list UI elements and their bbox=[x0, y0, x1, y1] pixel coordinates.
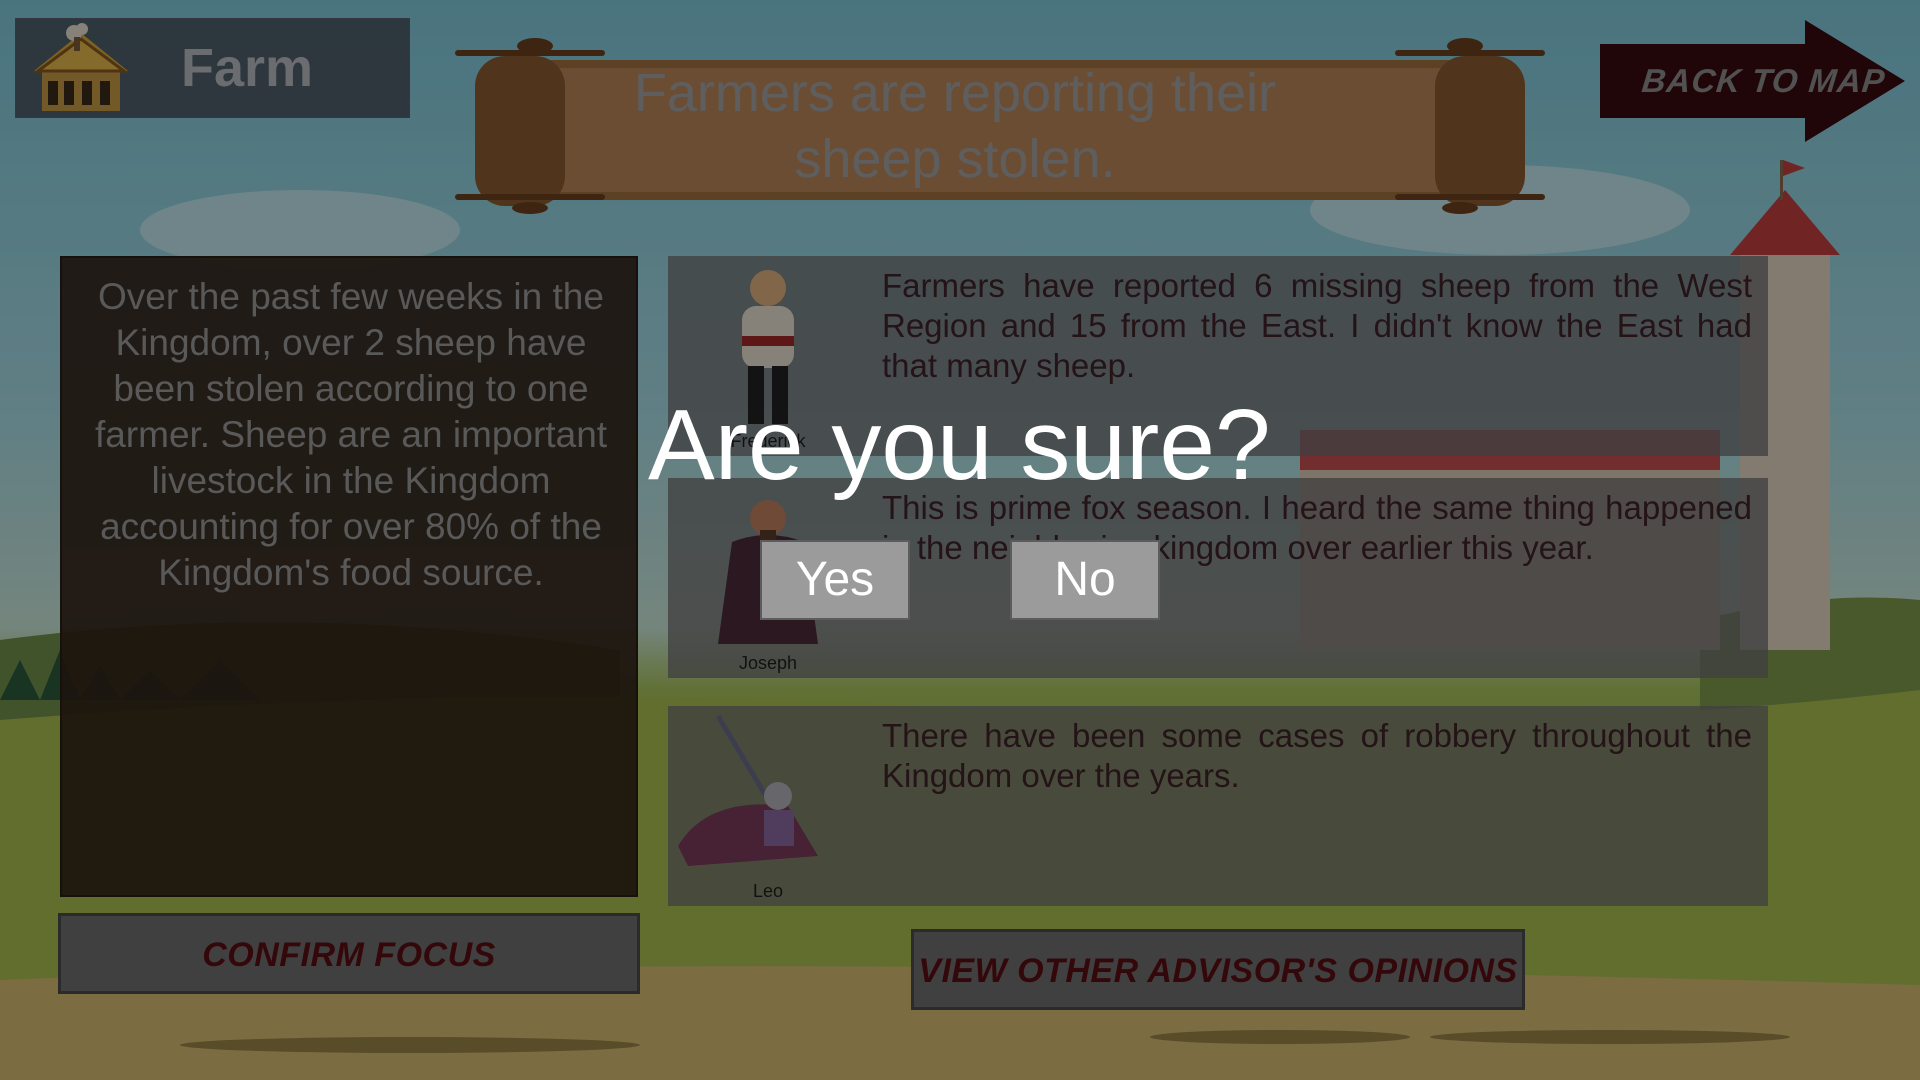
modal-overlay bbox=[0, 0, 1920, 1080]
yes-button[interactable]: Yes bbox=[760, 540, 910, 620]
confirm-dialog-title: Are you sure? bbox=[648, 389, 1271, 501]
no-button[interactable]: No bbox=[1010, 540, 1160, 620]
